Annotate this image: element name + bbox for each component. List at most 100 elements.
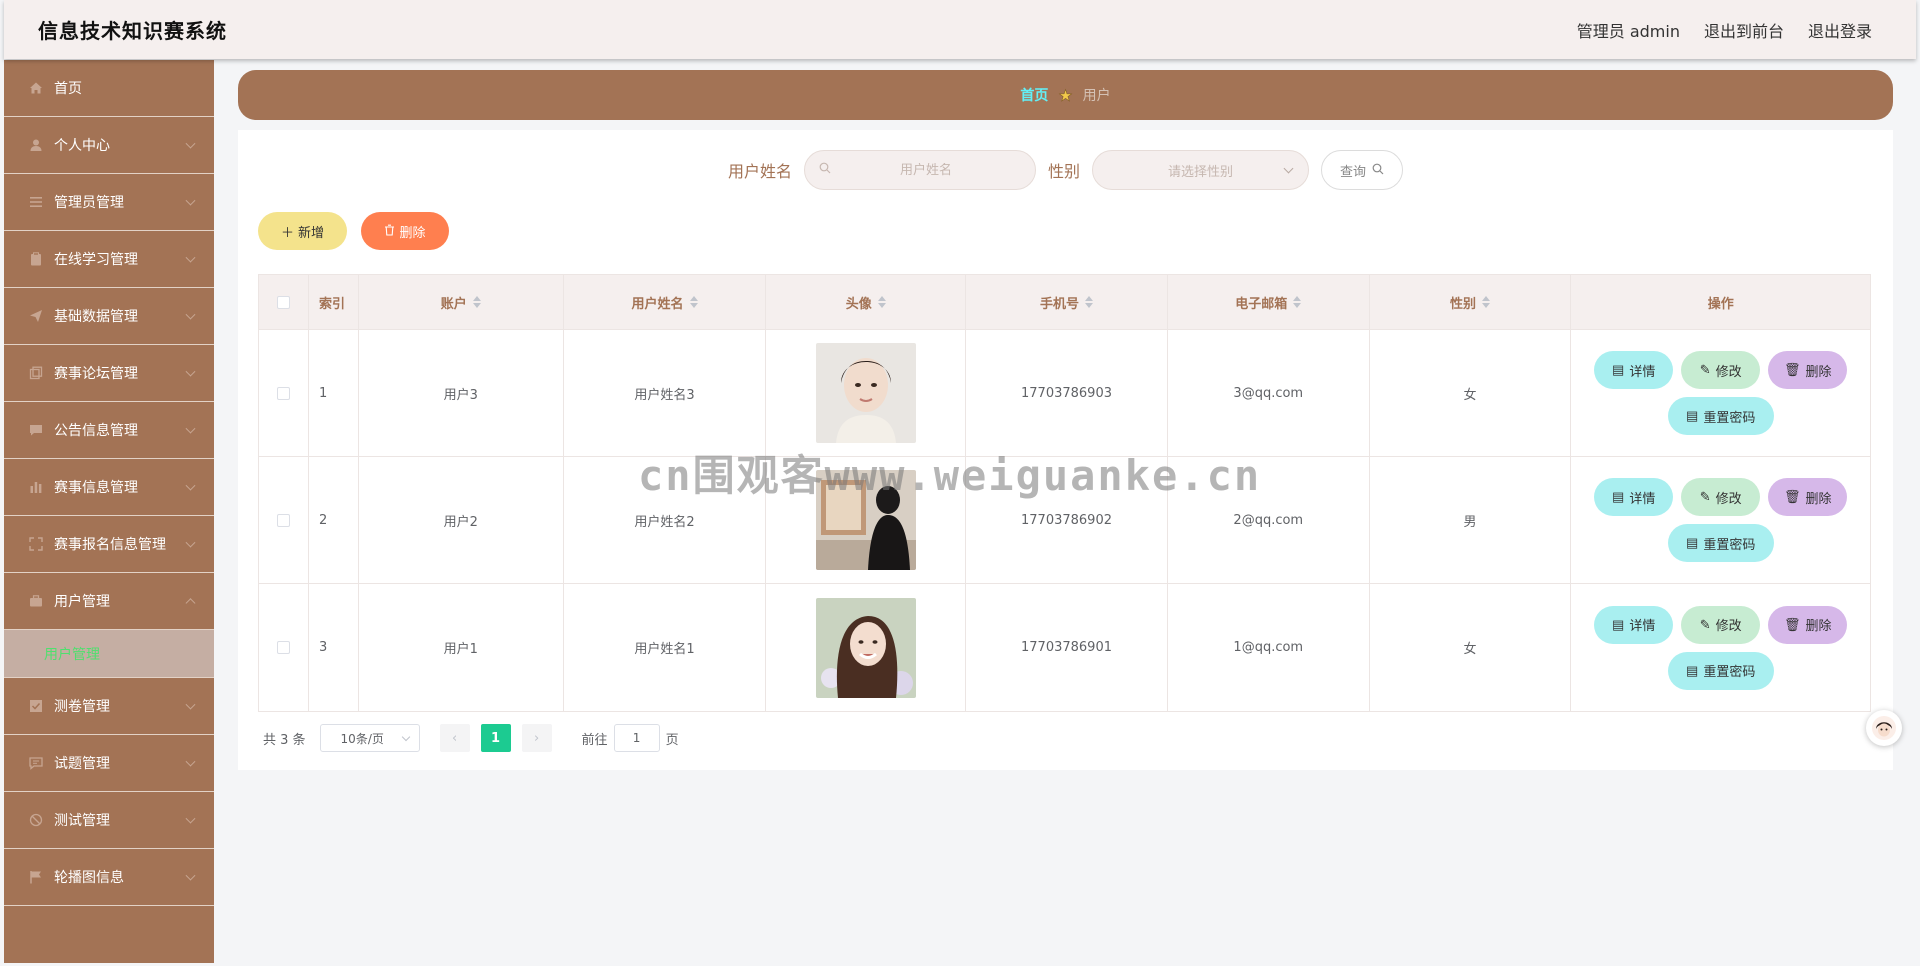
row-name: 用户姓名2 xyxy=(564,457,767,583)
search-icon xyxy=(1372,163,1384,178)
sidebar-item-profile[interactable]: 个人中心 xyxy=(4,117,214,174)
batch-delete-button[interactable]: 删除 xyxy=(361,212,449,250)
sidebar-subitem-user-management[interactable]: 用户管理 xyxy=(4,630,214,678)
sort-icon[interactable] xyxy=(472,296,481,308)
sidebar-item-admin[interactable]: 管理员管理 xyxy=(4,174,214,231)
breadcrumb-home[interactable]: 首页 xyxy=(1020,85,1048,105)
header-email-label: 电子邮箱 xyxy=(1235,296,1288,312)
no-icon xyxy=(28,812,44,828)
pagination-total: 共 3 条 xyxy=(263,732,306,748)
row-email: 2@qq.com xyxy=(1168,457,1370,583)
copy-icon xyxy=(28,365,44,381)
page-size-value: 10条/页 xyxy=(340,731,384,746)
sidebar-item-papers[interactable]: 测卷管理 xyxy=(4,678,214,735)
sidebar-item-banners[interactable]: 轮播图信息 xyxy=(4,849,214,906)
reset-password-button[interactable]: ▤ 重置密码 xyxy=(1667,397,1774,435)
select-all-checkbox[interactable] xyxy=(276,295,290,309)
sidebar-item-forum[interactable]: 赛事论坛管理 xyxy=(4,345,214,402)
page-size-select[interactable]: 10条/页 xyxy=(319,724,420,752)
add-button[interactable]: ＋ 新增 xyxy=(258,212,347,250)
edit-label: 修改 xyxy=(1715,363,1742,379)
chevron-right-icon: › xyxy=(533,730,540,746)
detail-button[interactable]: ▤ 详情 xyxy=(1594,478,1674,516)
header-index-label: 索引 xyxy=(318,296,345,312)
header-select-all[interactable] xyxy=(259,275,309,329)
sex-select[interactable]: 请选择性别 xyxy=(1092,150,1309,190)
trash-icon: 🗑 xyxy=(1783,616,1801,632)
row-checkbox[interactable] xyxy=(276,513,290,527)
row-checkbox[interactable] xyxy=(276,386,290,400)
sidebar-item-notice[interactable]: 公告信息管理 xyxy=(4,402,214,459)
row-account: 用户1 xyxy=(359,584,564,711)
page-unit-label: 页 xyxy=(665,732,679,748)
delete-button[interactable]: 🗑 删除 xyxy=(1768,351,1848,389)
message-icon xyxy=(28,755,44,771)
row-checkbox[interactable] xyxy=(276,641,290,654)
delete-button[interactable]: 🗑 删除 xyxy=(1768,478,1848,516)
row-name: 用户姓名3 xyxy=(564,330,767,456)
row-select-cell[interactable] xyxy=(259,584,309,711)
row-avatar-cell xyxy=(766,584,967,711)
reset-password-button[interactable]: ▤ 重置密码 xyxy=(1667,524,1774,562)
sidebar-item-home[interactable]: 首页 xyxy=(4,60,214,117)
chevron-down-icon xyxy=(185,813,196,824)
sidebar-item-online-study[interactable]: 在线学习管理 xyxy=(4,231,214,288)
sort-icon[interactable] xyxy=(1085,296,1094,308)
delete-button[interactable]: 🗑 删除 xyxy=(1768,605,1848,644)
pencil-icon: ✎ xyxy=(1699,489,1711,504)
header-name[interactable]: 用户姓名 xyxy=(564,275,767,329)
assistant-avatar-button[interactable] xyxy=(1866,710,1902,746)
header-account[interactable]: 账户 xyxy=(359,275,564,329)
sidebar-item-questions[interactable]: 试题管理 xyxy=(4,735,214,792)
sidebar-item-signup[interactable]: 赛事报名信息管理 xyxy=(4,516,214,573)
add-button-label: 新增 xyxy=(298,224,325,240)
sidebar-item-event-info[interactable]: 赛事信息管理 xyxy=(4,459,214,516)
trash-icon: 🗑 xyxy=(1783,362,1801,377)
row-account: 用户3 xyxy=(359,330,564,456)
flag-icon xyxy=(28,869,44,885)
edit-button[interactable]: ✎ 修改 xyxy=(1681,605,1761,644)
row-select-cell[interactable] xyxy=(259,330,309,456)
header-avatar[interactable]: 头像 xyxy=(766,275,967,329)
row-sex: 女 xyxy=(1370,584,1572,711)
name-search-input[interactable] xyxy=(830,162,1021,178)
detail-button[interactable]: ▤ 详情 xyxy=(1594,351,1674,389)
row-index: 1 xyxy=(309,330,359,456)
sort-icon[interactable] xyxy=(689,296,698,308)
chevron-up-icon xyxy=(185,598,196,609)
edit-button[interactable]: ✎ 修改 xyxy=(1681,478,1761,516)
sidebar-item-label: 赛事信息管理 xyxy=(54,480,138,496)
header-email[interactable]: 电子邮箱 xyxy=(1168,275,1370,329)
row-avatar-cell xyxy=(766,457,967,583)
header-ops-label: 操作 xyxy=(1707,296,1734,312)
sort-icon[interactable] xyxy=(1482,296,1491,308)
sidebar-item-label: 赛事论坛管理 xyxy=(54,366,138,382)
row-select-cell[interactable] xyxy=(259,457,309,583)
query-button[interactable]: 查询 xyxy=(1321,150,1404,190)
logout-link[interactable]: 退出登录 xyxy=(1808,18,1872,42)
header-sex[interactable]: 性别 xyxy=(1370,275,1572,329)
header-phone[interactable]: 手机号 xyxy=(966,275,1168,329)
edit-button[interactable]: ✎ 修改 xyxy=(1681,351,1761,389)
page-number-current[interactable]: 1 xyxy=(480,724,511,752)
sort-icon[interactable] xyxy=(1293,296,1302,308)
avatar[interactable] xyxy=(815,470,916,570)
detail-button[interactable]: ▤ 详情 xyxy=(1594,605,1674,644)
pencil-icon: ✎ xyxy=(1699,616,1711,632)
document-icon: ▤ xyxy=(1686,662,1699,678)
avatar[interactable] xyxy=(815,597,916,698)
sidebar-item-base-data[interactable]: 基础数据管理 xyxy=(4,288,214,345)
next-page-button[interactable]: › xyxy=(521,724,552,752)
chevron-down-icon xyxy=(185,423,196,434)
prev-page-button[interactable]: ‹ xyxy=(439,724,470,752)
sidebar-item-label: 个人中心 xyxy=(54,138,110,154)
sidebar-item-tests[interactable]: 测试管理 xyxy=(4,792,214,849)
name-search-field[interactable] xyxy=(803,150,1036,190)
chevron-down-icon xyxy=(401,732,410,742)
back-to-front-link[interactable]: 退出到前台 xyxy=(1704,18,1784,42)
avatar[interactable] xyxy=(815,343,916,443)
sort-icon[interactable] xyxy=(877,296,886,308)
reset-password-button[interactable]: ▤ 重置密码 xyxy=(1667,651,1774,690)
goto-page-input[interactable] xyxy=(613,724,660,752)
sidebar-item-users[interactable]: 用户管理 xyxy=(4,573,214,630)
